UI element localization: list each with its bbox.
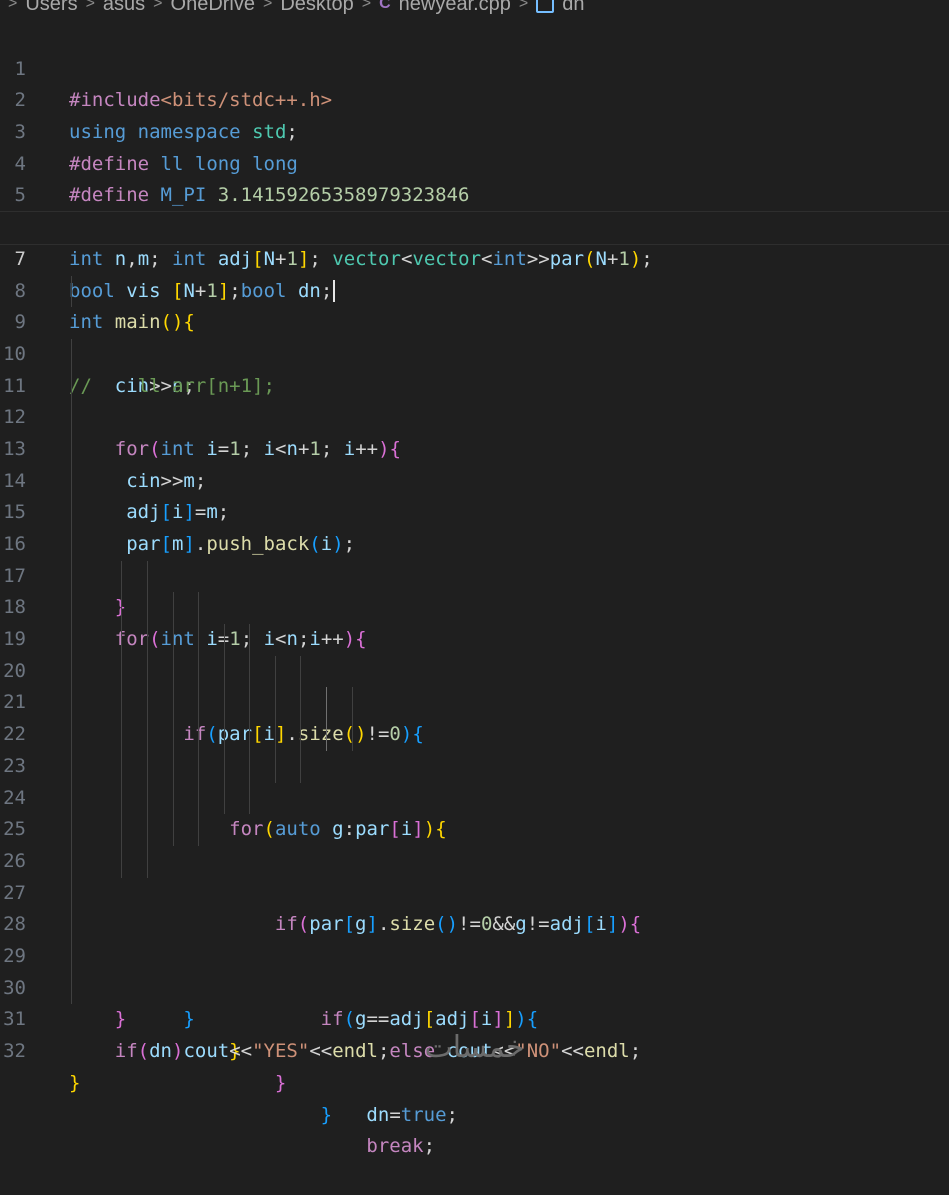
code-line[interactable]: 11 for(int i=1; i<n+1; i++){: [0, 338, 949, 460]
code-line[interactable]: 18 if(par[i].size()!=0){: [0, 560, 949, 745]
code-line[interactable]: 30 if(dn)cout<<"YES"<<endl;else cout<<"N…: [0, 940, 949, 1062]
code-line[interactable]: 10 // ll arr[n+1];: [0, 307, 949, 397]
code-line[interactable]: 25 }: [0, 782, 949, 1094]
line-text: }: [69, 1071, 81, 1094]
breadcrumb-item-desktop[interactable]: Desktop: [280, 0, 353, 16]
code-line[interactable]: 8 int main(){: [0, 244, 949, 334]
code-line[interactable]: 16 }: [0, 497, 949, 618]
cpp-file-icon: C: [379, 0, 391, 12]
line-text: }: [320, 1103, 333, 1126]
code-line[interactable]: 19 for(auto g:par[i]){: [0, 592, 949, 840]
variable-symbol-icon: [536, 0, 555, 13]
code-line[interactable]: 31: [0, 972, 949, 1030]
breadcrumb-item-symbol[interactable]: dn: [562, 0, 584, 16]
breadcrumb-item-file[interactable]: newyear.cpp: [399, 0, 511, 16]
chevron-right-icon: >: [153, 0, 163, 12]
code-line[interactable]: 5 const int N=5000;: [0, 149, 949, 238]
breadcrumb-item-users[interactable]: Users: [25, 0, 77, 16]
code-line[interactable]: 23 break;: [0, 719, 949, 1157]
chevron-right-icon: >: [85, 0, 95, 12]
code-line[interactable]: 24 }: [0, 750, 949, 1126]
breadcrumb: > Users > asus > OneDrive > Desktop > C …: [0, 0, 949, 16]
code-line[interactable]: 22 dn=true;: [0, 687, 949, 1126]
breadcrumb-item-onedrive[interactable]: OneDrive: [171, 0, 255, 16]
code-line[interactable]: 6 int n,m; int adj[N+1]; vector<vector<i…: [0, 180, 949, 270]
code-line[interactable]: 29 }: [0, 909, 949, 1030]
line-text: break;: [366, 1135, 436, 1158]
code-line[interactable]: 2 using namespace std;: [0, 54, 949, 143]
watermark-logo: خمسات: [424, 1030, 525, 1065]
code-line[interactable]: 3 #define ll long long: [0, 85, 949, 175]
chevron-right-icon: >: [361, 0, 372, 12]
chevron-right-icon: >: [8, 0, 18, 12]
code-line[interactable]: 17 for(int i=1; i<n;i++){: [0, 529, 949, 650]
code-line[interactable]: 20 if(par[g].size()!=0&&g!=adj[i]){: [0, 624, 949, 935]
code-line[interactable]: 27 }: [0, 845, 949, 1030]
code-line[interactable]: 15: [0, 465, 949, 523]
code-editor[interactable]: 1 #include<bits/stdc++.h> 2 using namesp…: [0, 22, 949, 1157]
chevron-right-icon: >: [263, 0, 273, 12]
code-line-active[interactable]: 7 bool vis [N+1];bool dn;: [0, 211, 949, 303]
code-line[interactable]: 26 }: [0, 814, 949, 1062]
code-line[interactable]: 4 #define M_PI 3.14159265358979323846: [0, 117, 949, 207]
breadcrumb-item-asus[interactable]: asus: [103, 0, 145, 16]
code-line[interactable]: 13 adj[i]=m;: [0, 402, 949, 523]
code-line[interactable]: 9 cin>>n;: [0, 275, 949, 397]
line-text: }: [274, 1071, 287, 1094]
code-line[interactable]: 28: [0, 877, 949, 935]
code-line[interactable]: 21 if(g==adj[adj[i]]){: [0, 655, 949, 1030]
code-line[interactable]: 14 par[m].push_back(i);: [0, 433, 949, 555]
code-line[interactable]: 12 cin>>m;: [0, 370, 949, 492]
chevron-right-icon: >: [518, 0, 529, 12]
code-line[interactable]: 1 #include<bits/stdc++.h>: [0, 22, 949, 112]
